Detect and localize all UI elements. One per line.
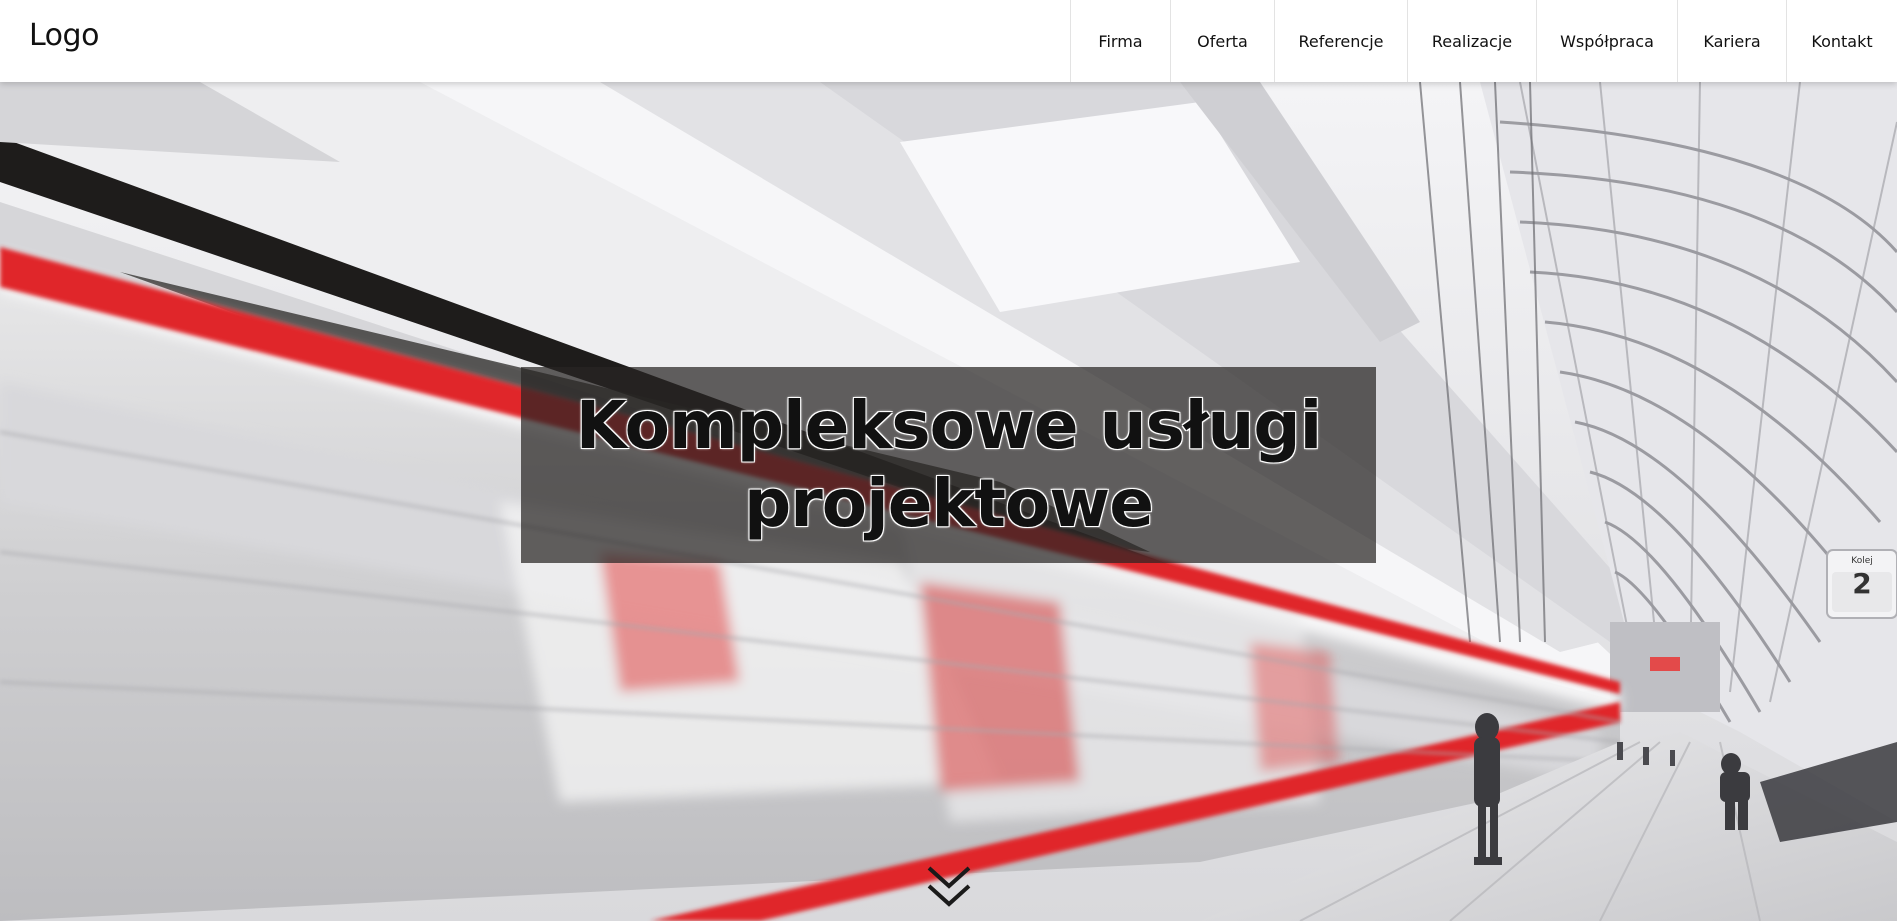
scroll-down-button[interactable]	[924, 862, 974, 912]
headline-box: Kompleksowe usługi projektowe	[521, 367, 1376, 563]
hero-headline-line2: projektowe	[743, 465, 1154, 542]
hero-headline-line1: Kompleksowe usługi	[575, 387, 1323, 464]
nav-item-wspolpraca[interactable]: Współpraca	[1536, 0, 1677, 82]
double-chevron-down-icon	[927, 866, 971, 907]
nav-item-kariera[interactable]: Kariera	[1677, 0, 1786, 82]
hero-headline: Kompleksowe usługi projektowe	[575, 387, 1323, 543]
site-header: Logo Firma Oferta Referencje Realizacje …	[0, 0, 1897, 82]
hero-section: Kolej 2 Kompleksowe usługi projektowe	[0, 82, 1897, 921]
platform-sign-number: 2	[1852, 567, 1872, 600]
nav-item-referencje[interactable]: Referencje	[1274, 0, 1407, 82]
main-nav: Firma Oferta Referencje Realizacje Współ…	[1070, 0, 1897, 82]
nav-item-kontakt[interactable]: Kontakt	[1786, 0, 1897, 82]
nav-item-oferta[interactable]: Oferta	[1170, 0, 1274, 82]
nav-item-firma[interactable]: Firma	[1070, 0, 1170, 82]
platform-sign-text: Kolej 2	[1832, 555, 1892, 601]
platform-sign-label: Kolej	[1851, 556, 1873, 566]
nav-item-realizacje[interactable]: Realizacje	[1407, 0, 1536, 82]
logo[interactable]: Logo	[29, 18, 99, 53]
